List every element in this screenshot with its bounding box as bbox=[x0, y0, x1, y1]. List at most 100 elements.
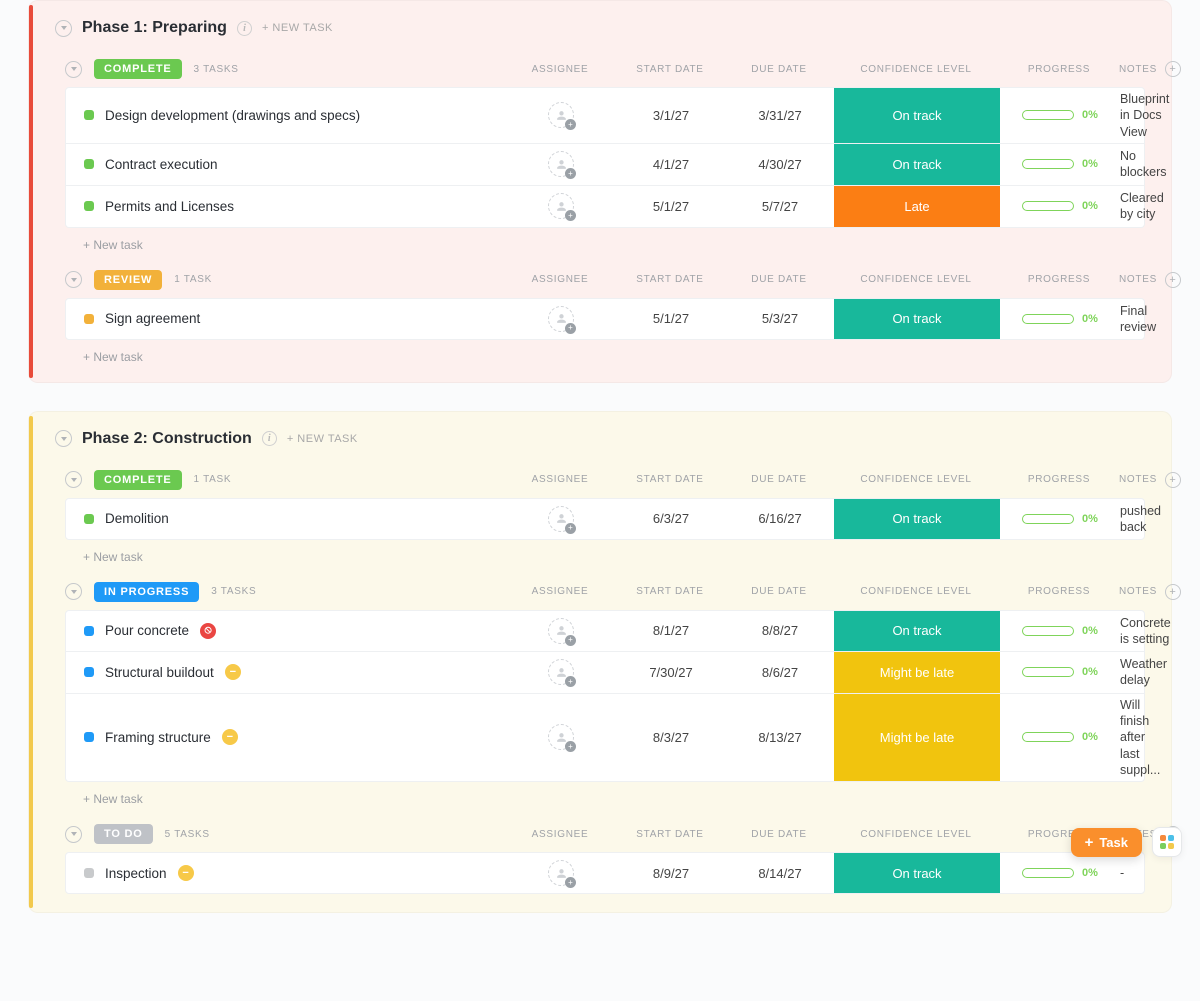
add-assignee-icon: + bbox=[565, 635, 576, 646]
progress-bar bbox=[1022, 159, 1074, 169]
collapse-toggle[interactable] bbox=[55, 430, 72, 447]
task-row[interactable]: Sign agreement + 5/1/27 5/3/27 On track … bbox=[65, 298, 1145, 340]
confidence-pill[interactable]: On track bbox=[834, 299, 1000, 339]
notes-cell[interactable]: Concrete is setting bbox=[1120, 615, 1177, 648]
add-column-button[interactable]: + bbox=[1165, 584, 1181, 600]
status-pill[interactable]: IN PROGRESS bbox=[94, 582, 199, 602]
status-square-icon bbox=[84, 868, 94, 878]
notes-cell[interactable]: No blockers bbox=[1120, 148, 1173, 181]
column-header-row: COMPLETE 3 TASKS ASSIGNEE START DATE DUE… bbox=[65, 59, 1145, 87]
col-progress: PROGRESS bbox=[999, 474, 1119, 485]
progress-percent: 0% bbox=[1082, 731, 1098, 743]
assignee-avatar[interactable]: + bbox=[548, 724, 574, 750]
notes-cell[interactable]: Blueprint in Docs View bbox=[1120, 91, 1175, 140]
assignee-avatar[interactable]: + bbox=[548, 151, 574, 177]
status-pill[interactable]: COMPLETE bbox=[94, 470, 182, 490]
task-row[interactable]: Inspection − + 8/9/27 8/14/27 On track 0… bbox=[65, 852, 1145, 894]
notes-cell[interactable]: Weather delay bbox=[1120, 656, 1173, 689]
info-icon[interactable]: i bbox=[237, 21, 252, 36]
task-row[interactable]: Design development (drawings and specs) … bbox=[65, 87, 1145, 144]
assignee-avatar[interactable]: + bbox=[548, 618, 574, 644]
col-start-date: START DATE bbox=[615, 64, 725, 75]
collapse-toggle[interactable] bbox=[55, 20, 72, 37]
task-row[interactable]: Contract execution + 4/1/27 4/30/27 On t… bbox=[65, 144, 1145, 186]
group-new-task-button[interactable]: + New task bbox=[65, 782, 1145, 806]
task-list: Pour concrete ⦸ + 8/1/27 8/8/27 On track… bbox=[65, 610, 1145, 782]
progress-cell[interactable]: 0% bbox=[1000, 731, 1120, 743]
confidence-pill[interactable]: On track bbox=[834, 611, 1000, 651]
progress-cell[interactable]: 0% bbox=[1000, 666, 1120, 678]
assignee-avatar[interactable]: + bbox=[548, 193, 574, 219]
progress-percent: 0% bbox=[1082, 666, 1098, 678]
notes-cell[interactable]: pushed back bbox=[1120, 503, 1167, 536]
phase-panel: Phase 2: Construction i + NEW TASK COMPL… bbox=[28, 411, 1172, 913]
confidence-pill[interactable]: On track bbox=[834, 144, 1000, 185]
task-count: 1 TASK bbox=[174, 274, 212, 285]
notes-cell[interactable]: Cleared by city bbox=[1120, 190, 1170, 223]
task-row[interactable]: Pour concrete ⦸ + 8/1/27 8/8/27 On track… bbox=[65, 610, 1145, 652]
progress-cell[interactable]: 0% bbox=[1000, 200, 1120, 212]
notes-cell[interactable]: Final review bbox=[1120, 303, 1162, 336]
confidence-pill[interactable]: Might be late bbox=[834, 694, 1000, 781]
assignee-avatar[interactable]: + bbox=[548, 860, 574, 886]
confidence-pill[interactable]: On track bbox=[834, 853, 1000, 893]
col-due-date: DUE DATE bbox=[725, 586, 833, 597]
task-list: Design development (drawings and specs) … bbox=[65, 87, 1145, 228]
start-date: 8/1/27 bbox=[616, 623, 726, 638]
assignee-avatar[interactable]: + bbox=[548, 506, 574, 532]
phase-new-task-button[interactable]: + NEW TASK bbox=[287, 433, 358, 445]
phase-panel: Phase 1: Preparing i + NEW TASK COMPLETE… bbox=[28, 0, 1172, 383]
phase-title: Phase 2: Construction bbox=[82, 430, 252, 448]
progress-cell[interactable]: 0% bbox=[1000, 313, 1120, 325]
col-progress: PROGRESS bbox=[999, 586, 1119, 597]
col-assignee: ASSIGNEE bbox=[505, 829, 615, 840]
confidence-pill[interactable]: Late bbox=[834, 186, 1000, 227]
add-column-button[interactable]: + bbox=[1165, 272, 1181, 288]
confidence-pill[interactable]: Might be late bbox=[834, 652, 1000, 693]
progress-cell[interactable]: 0% bbox=[1000, 158, 1120, 170]
progress-cell[interactable]: 0% bbox=[1000, 625, 1120, 637]
assignee-avatar[interactable]: + bbox=[548, 102, 574, 128]
task-row[interactable]: Demolition + 6/3/27 6/16/27 On track 0% … bbox=[65, 498, 1145, 540]
notes-cell[interactable]: Will finish after last suppl... bbox=[1120, 697, 1166, 778]
phase-new-task-button[interactable]: + NEW TASK bbox=[262, 22, 333, 34]
confidence-pill[interactable]: On track bbox=[834, 499, 1000, 539]
add-column-button[interactable]: + bbox=[1165, 61, 1181, 77]
group-new-task-button[interactable]: + New task bbox=[65, 228, 1145, 252]
group-new-task-button[interactable]: + New task bbox=[65, 340, 1145, 364]
task-row[interactable]: Framing structure − + 8/3/27 8/13/27 Mig… bbox=[65, 694, 1145, 782]
assignee-avatar[interactable]: + bbox=[548, 659, 574, 685]
add-assignee-icon: + bbox=[565, 877, 576, 888]
group-new-task-button[interactable]: + New task bbox=[65, 540, 1145, 564]
group-collapse-toggle[interactable] bbox=[65, 583, 82, 600]
notes-cell[interactable]: - bbox=[1120, 865, 1130, 881]
status-pill[interactable]: TO DO bbox=[94, 824, 153, 844]
confidence-pill[interactable]: On track bbox=[834, 88, 1000, 143]
task-row[interactable]: Structural buildout − + 7/30/27 8/6/27 M… bbox=[65, 652, 1145, 694]
task-count: 5 TASKS bbox=[165, 829, 210, 840]
apps-grid-button[interactable] bbox=[1152, 827, 1182, 857]
status-pill[interactable]: REVIEW bbox=[94, 270, 162, 290]
task-row[interactable]: Permits and Licenses + 5/1/27 5/7/27 Lat… bbox=[65, 186, 1145, 228]
new-task-fab[interactable]: + Task bbox=[1071, 828, 1142, 857]
status-pill[interactable]: COMPLETE bbox=[94, 59, 182, 79]
assignee-cell: + bbox=[506, 151, 616, 177]
progress-cell[interactable]: 0% bbox=[1000, 867, 1120, 879]
progress-cell[interactable]: 0% bbox=[1000, 109, 1120, 121]
progress-cell[interactable]: 0% bbox=[1000, 513, 1120, 525]
task-count: 3 TASKS bbox=[211, 586, 256, 597]
group-collapse-toggle[interactable] bbox=[65, 471, 82, 488]
progress-bar bbox=[1022, 667, 1074, 677]
add-column-button[interactable]: + bbox=[1165, 472, 1181, 488]
assignee-avatar[interactable]: + bbox=[548, 306, 574, 332]
chevron-down-icon bbox=[71, 478, 77, 482]
add-assignee-icon: + bbox=[565, 210, 576, 221]
info-icon[interactable]: i bbox=[262, 431, 277, 446]
progress-bar bbox=[1022, 626, 1074, 636]
start-date: 5/1/27 bbox=[616, 199, 726, 214]
group-collapse-toggle[interactable] bbox=[65, 271, 82, 288]
assignee-cell: + bbox=[506, 193, 616, 219]
group-collapse-toggle[interactable] bbox=[65, 826, 82, 843]
status-square-icon bbox=[84, 667, 94, 677]
group-collapse-toggle[interactable] bbox=[65, 61, 82, 78]
